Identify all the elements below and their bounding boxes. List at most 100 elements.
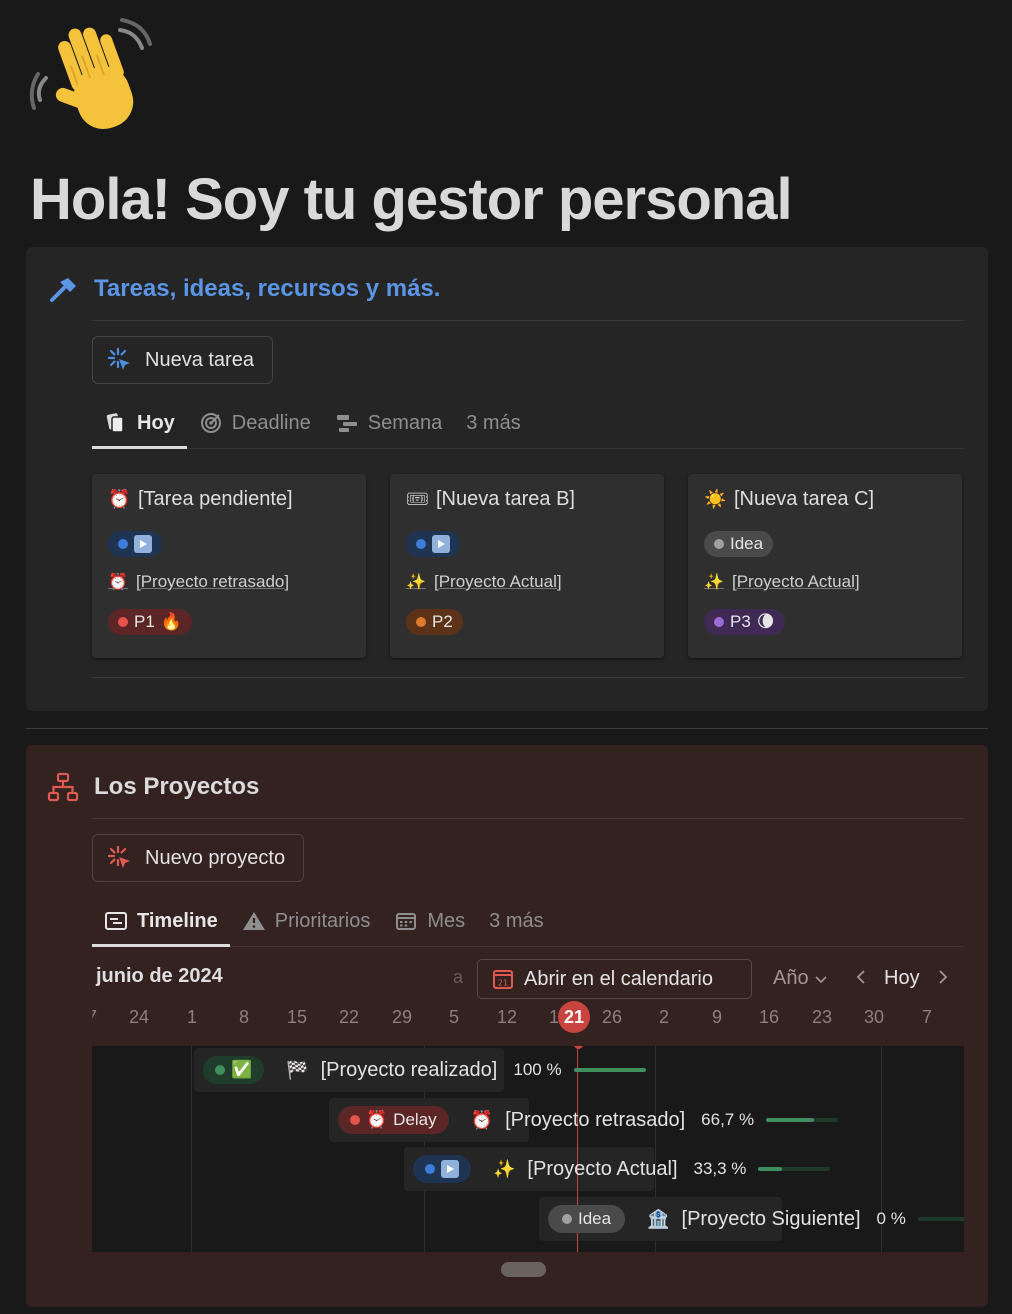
tick-label: 2 — [658, 1007, 670, 1027]
priority-badge: P1 🔥 — [108, 609, 192, 635]
status-badge: ⏰ Delay — [338, 1106, 449, 1134]
card-title: [Tarea pendiente] — [138, 488, 293, 510]
timeline-scale-select[interactable]: Año — [773, 967, 827, 990]
project-link[interactable]: [Proyecto retrasado] — [136, 572, 289, 592]
scale-label: Año — [773, 967, 809, 989]
tab-label: 3 más — [466, 411, 521, 434]
sparkle-cursor-icon — [107, 347, 133, 373]
checkered-flag-icon: 🏁 — [286, 1059, 309, 1080]
moon-icon: 🌘 — [756, 612, 775, 631]
status-label: Delay — [393, 1110, 437, 1129]
calendar-icon: 21 — [492, 968, 514, 990]
timeline-icon — [104, 909, 128, 933]
timeline-item[interactable]: Idea 🏦 [Proyecto Siguiente] 0 % — [548, 1204, 964, 1234]
priority-badge: P3 🌘 — [704, 609, 785, 635]
status-badge: Idea — [548, 1205, 626, 1233]
chevron-down-icon — [815, 967, 827, 990]
tick-label: 30 — [863, 1007, 885, 1027]
timeline-a-label: a — [453, 967, 464, 987]
alarm-clock-icon: ⏰ — [366, 1110, 388, 1129]
tick-label: 29 — [391, 1007, 413, 1027]
cards-icon — [104, 411, 128, 435]
priority-badge: P2 — [406, 609, 463, 635]
tab-label: Mes — [427, 909, 466, 932]
tick-label: 23 — [811, 1007, 833, 1027]
status-label: Idea — [730, 534, 764, 553]
calendar-icon — [394, 909, 418, 933]
section-divider — [26, 728, 988, 729]
timeline-item[interactable]: ✅ 🏁 [Proyecto realizado] 100 % — [203, 1055, 646, 1085]
progress-bar — [917, 1217, 964, 1221]
sitemap-icon — [46, 769, 80, 805]
tasks-callout: Tareas, ideas, recursos y más. Nueva tar… — [26, 247, 988, 711]
play-icon — [134, 535, 152, 553]
status-badge — [406, 531, 460, 557]
grid-line — [191, 1046, 192, 1252]
project-name: [Proyecto retrasado] — [505, 1108, 686, 1131]
open-calendar-button[interactable]: 21 Abrir en el calendario — [477, 959, 752, 999]
tick-label: 8 — [238, 1007, 250, 1027]
today-date-badge: 21 — [558, 1001, 590, 1033]
tab-label: Timeline — [137, 909, 218, 932]
timeline-item[interactable]: ⏰ Delay ⏰ [Proyecto retrasado] 66,7 % — [338, 1105, 839, 1135]
tab-more[interactable]: 3 más — [454, 397, 532, 449]
priority-label: P3 — [730, 612, 751, 631]
tick-label: 1 — [186, 1007, 198, 1027]
progress-label: 100 % — [513, 1060, 562, 1079]
svg-text:21: 21 — [498, 979, 508, 988]
tick-label-partial: 7 — [86, 1007, 98, 1027]
timeline-nav: Hoy — [856, 967, 948, 990]
horizontal-scrollbar[interactable] — [501, 1262, 546, 1277]
page-title: Hola! Soy tu gestor personal — [30, 167, 793, 232]
ticket-icon: 🎟 — [406, 489, 429, 509]
tab-timeline[interactable]: Timeline — [92, 895, 230, 947]
chevron-left-icon[interactable] — [856, 967, 866, 990]
tasks-section-title[interactable]: Tareas, ideas, recursos y más. — [94, 275, 440, 303]
timeline-icon — [335, 411, 359, 435]
divider — [92, 818, 964, 819]
project-link[interactable]: [Proyecto Actual] — [732, 572, 860, 592]
tab-label: Semana — [367, 411, 443, 434]
sun-icon: ☀️ — [704, 489, 727, 509]
status-badge — [413, 1155, 471, 1183]
waving-hand-icon — [28, 18, 156, 146]
bank-icon: 🏦 — [647, 1208, 670, 1229]
projects-callout-header: Los Proyectos — [46, 769, 259, 805]
tab-deadline[interactable]: Deadline — [187, 397, 323, 449]
new-project-button[interactable]: Nuevo proyecto — [92, 834, 305, 882]
new-task-button[interactable]: Nueva tarea — [92, 336, 273, 384]
divider — [92, 677, 964, 678]
tab-semana[interactable]: Semana — [323, 397, 455, 449]
tab-more[interactable]: 3 más — [477, 895, 555, 947]
alarm-clock-icon: ⏰ — [108, 489, 131, 509]
tab-label: Deadline — [231, 411, 311, 434]
task-card[interactable]: ⏰ [Tarea pendiente] ⏰ [Proyecto retrasado]… — [92, 474, 366, 658]
project-link[interactable]: [Proyecto Actual] — [434, 572, 562, 592]
project-name: [Proyecto Actual] — [527, 1157, 678, 1180]
card-title: [Nueva tarea C] — [734, 488, 875, 510]
today-button[interactable]: Hoy — [884, 967, 920, 990]
tab-label: 3 más — [489, 909, 544, 932]
chevron-right-icon[interactable] — [938, 967, 948, 990]
play-icon — [432, 535, 450, 553]
projects-section-title[interactable]: Los Proyectos — [94, 773, 259, 801]
sparkles-icon: ✨ — [493, 1158, 516, 1179]
task-card[interactable]: 🎟 [Nueva tarea B] ✨ [Proyecto Actual] P2 — [390, 474, 664, 658]
play-icon — [441, 1160, 459, 1178]
project-name: [Proyecto Siguiente] — [681, 1207, 861, 1230]
tab-mes[interactable]: Mes — [382, 895, 477, 947]
card-title: [Nueva tarea B] — [436, 488, 575, 510]
open-calendar-label: Abrir en el calendario — [524, 967, 713, 990]
tab-prioritarios[interactable]: Prioritarios — [230, 895, 383, 947]
task-card[interactable]: ☀️ [Nueva tarea C] Idea ✨ [Proyecto Actual… — [688, 474, 962, 658]
tab-hoy[interactable]: Hoy — [92, 397, 187, 449]
hammer-icon — [46, 271, 80, 307]
sparkles-icon: ✨ — [406, 574, 426, 591]
timeline-month: junio de 2024 — [96, 965, 223, 987]
timeline-ticks: 7 24 1 8 15 22 29 5 12 1 21 26 2 9 16 23 30 7 — [92, 1001, 964, 1033]
tab-label: Hoy — [137, 411, 175, 434]
projects-view-tabs: Timeline Prioritarios Mes 3 más — [92, 895, 964, 947]
progress-bar — [573, 1068, 646, 1072]
timeline-item[interactable]: ✨ [Proyecto Actual] 33,3 % — [413, 1154, 831, 1184]
progress-label: 33,3 % — [693, 1159, 747, 1178]
